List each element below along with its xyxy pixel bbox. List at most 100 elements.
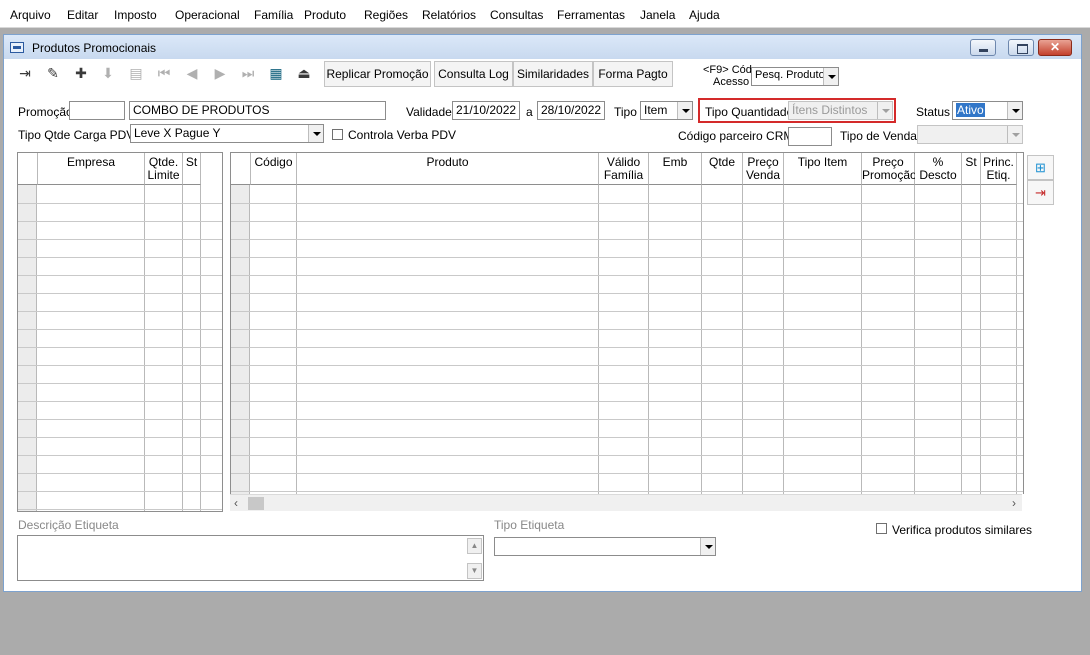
add-icon[interactable]: ✚ xyxy=(70,62,92,84)
forma-pagto-button[interactable]: Forma Pagto xyxy=(593,61,673,87)
header-empresa[interactable]: Empresa xyxy=(38,153,145,185)
header-tipo-item[interactable]: Tipo Item xyxy=(784,153,862,185)
header-qtde[interactable]: Qtde xyxy=(702,153,743,185)
table-row[interactable] xyxy=(231,347,1023,348)
table-row[interactable] xyxy=(231,473,1023,474)
table-row[interactable] xyxy=(231,401,1023,402)
table-row[interactable] xyxy=(231,437,1023,438)
menu-regioes[interactable]: Regiões xyxy=(364,8,408,22)
promocao-desc-input[interactable]: COMBO DE PRODUTOS xyxy=(129,101,386,120)
chevron-down-icon[interactable] xyxy=(677,102,692,119)
promocao-code-input[interactable] xyxy=(69,101,125,120)
table-row[interactable] xyxy=(18,401,222,402)
header-valido-familia[interactable]: Válido Família xyxy=(599,153,649,185)
similares-checkbox[interactable] xyxy=(876,523,887,534)
similaridades-button[interactable]: Similaridades xyxy=(513,61,593,87)
grid-icon[interactable]: ▦ xyxy=(265,62,287,84)
first-icon[interactable]: ⏮ xyxy=(153,62,175,84)
table-row[interactable] xyxy=(18,383,222,384)
table-row[interactable] xyxy=(231,491,1023,492)
menu-janela[interactable]: Janela xyxy=(640,8,675,22)
replicar-promocao-button[interactable]: Replicar Promoção xyxy=(324,61,431,87)
table-row[interactable] xyxy=(18,473,222,474)
table-row[interactable] xyxy=(18,203,222,204)
table-row[interactable] xyxy=(231,203,1023,204)
remove-row-icon[interactable]: ⇥ xyxy=(1027,180,1054,205)
header-emb[interactable]: Emb xyxy=(649,153,702,185)
carga-select[interactable]: Leve X Pague Y xyxy=(130,124,324,143)
scroll-right-icon[interactable]: › xyxy=(1012,496,1016,510)
table-row[interactable] xyxy=(18,311,222,312)
maximize-button[interactable] xyxy=(1008,39,1034,56)
header-produto[interactable]: Produto xyxy=(297,153,599,185)
edit-icon[interactable]: ✎ xyxy=(42,62,64,84)
menu-ajuda[interactable]: Ajuda xyxy=(689,8,720,22)
menu-familia[interactable]: Família xyxy=(254,8,293,22)
close-button[interactable]: ✕ xyxy=(1038,39,1072,56)
chevron-down-icon[interactable] xyxy=(877,102,892,119)
export-icon[interactable]: ⏏ xyxy=(293,62,315,84)
tipo-qtde-select[interactable]: Ítens Distintos xyxy=(788,101,893,120)
menu-ferramentas[interactable]: Ferramentas xyxy=(557,8,625,22)
last-icon[interactable]: ⏭ xyxy=(237,62,259,84)
table-row[interactable] xyxy=(18,329,222,330)
validade-end-input[interactable]: 28/10/2022 xyxy=(537,101,605,120)
header-descto[interactable]: % Descto xyxy=(915,153,962,185)
table-row[interactable] xyxy=(231,419,1023,420)
descricao-textarea[interactable] xyxy=(17,535,484,581)
validade-start-input[interactable]: 21/10/2022 xyxy=(452,101,520,120)
menu-imposto[interactable]: Imposto xyxy=(114,8,157,22)
print-icon[interactable]: ▤ xyxy=(125,62,147,84)
controla-verba-checkbox[interactable] xyxy=(332,129,343,140)
menu-relatorios[interactable]: Relatórios xyxy=(422,8,476,22)
consulta-log-button[interactable]: Consulta Log xyxy=(434,61,513,87)
menu-operacional[interactable]: Operacional xyxy=(175,8,240,22)
chevron-down-icon[interactable] xyxy=(823,68,838,85)
table-row[interactable] xyxy=(231,329,1023,330)
tipo-select[interactable]: Item xyxy=(640,101,693,120)
produto-horizontal-scrollbar[interactable]: ‹ › xyxy=(230,494,1022,511)
table-row[interactable] xyxy=(18,293,222,294)
menu-arquivo[interactable]: Arquivo xyxy=(10,8,51,22)
chevron-down-icon[interactable] xyxy=(308,125,323,142)
header-princ-etiq[interactable]: Princ. Etiq. xyxy=(981,153,1017,185)
chevron-down-icon[interactable] xyxy=(1007,102,1022,119)
table-row[interactable] xyxy=(18,275,222,276)
menu-produto[interactable]: Produto xyxy=(304,8,346,22)
header-qtde-limite[interactable]: Qtde. Limite xyxy=(145,153,183,185)
header-st[interactable]: St xyxy=(962,153,981,185)
menu-editar[interactable]: Editar xyxy=(67,8,98,22)
tipo-venda-select[interactable] xyxy=(917,125,1023,144)
table-row[interactable] xyxy=(18,491,222,492)
empresa-grid[interactable]: Empresa Qtde. Limite St xyxy=(17,152,223,512)
table-row[interactable] xyxy=(231,275,1023,276)
search-select[interactable]: Pesq. Produto xyxy=(751,67,839,86)
table-row[interactable] xyxy=(231,239,1023,240)
table-row[interactable] xyxy=(18,509,222,510)
table-row[interactable] xyxy=(18,437,222,438)
table-row[interactable] xyxy=(231,221,1023,222)
table-row[interactable] xyxy=(18,257,222,258)
header-preco-venda[interactable]: Preço Venda xyxy=(743,153,784,185)
table-row[interactable] xyxy=(231,383,1023,384)
prev-icon[interactable]: ◀ xyxy=(181,62,203,84)
table-row[interactable] xyxy=(18,455,222,456)
chevron-down-icon[interactable] xyxy=(1007,126,1022,143)
scroll-down-icon[interactable]: ▼ xyxy=(467,563,482,579)
table-row[interactable] xyxy=(231,365,1023,366)
menu-consultas[interactable]: Consultas xyxy=(490,8,543,22)
table-row[interactable] xyxy=(18,347,222,348)
chevron-down-icon[interactable] xyxy=(700,538,715,555)
produto-grid[interactable]: Código Produto Válido Família Emb Qtde P… xyxy=(230,152,1024,494)
header-preco-promocao[interactable]: Preço Promoção xyxy=(862,153,917,185)
table-row[interactable] xyxy=(18,221,222,222)
table-row[interactable] xyxy=(231,257,1023,258)
table-row[interactable] xyxy=(231,455,1023,456)
exit-icon[interactable]: ⇥ xyxy=(14,62,36,84)
table-row[interactable] xyxy=(18,365,222,366)
minimize-button[interactable] xyxy=(970,39,996,56)
header-codigo[interactable]: Código xyxy=(251,153,297,185)
table-row[interactable] xyxy=(18,239,222,240)
scroll-thumb[interactable] xyxy=(248,497,264,510)
tipo-etiqueta-select[interactable] xyxy=(494,537,716,556)
